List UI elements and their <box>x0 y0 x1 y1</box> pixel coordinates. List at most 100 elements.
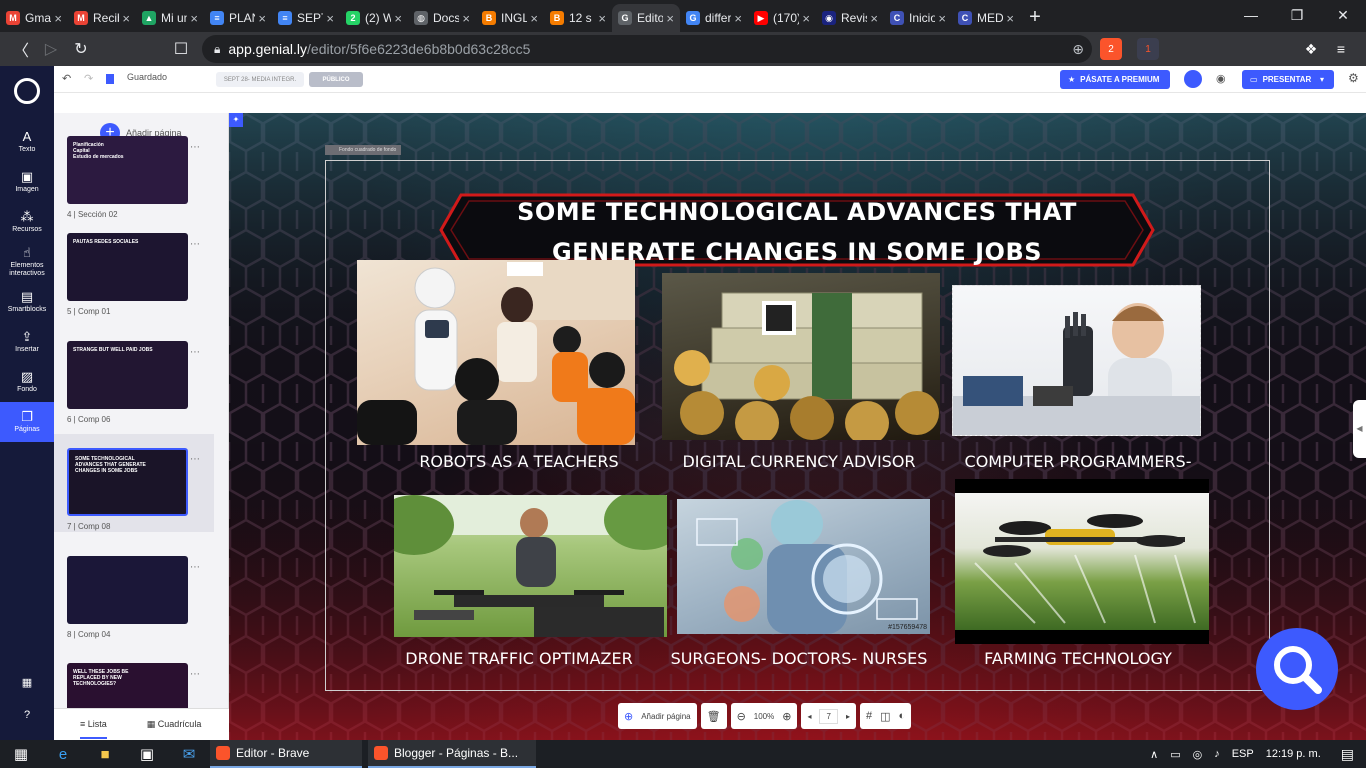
battery-icon[interactable]: ▭ <box>1170 748 1180 761</box>
canvas-pin-icon[interactable]: ✦ <box>229 113 243 127</box>
help-icon[interactable]: ? <box>0 709 54 721</box>
close-window-button[interactable]: ✕ <box>1320 0 1366 32</box>
search-fab[interactable] <box>1256 628 1338 710</box>
zoom-in-icon[interactable]: ⊕ <box>782 710 791 723</box>
browser-tab[interactable]: G Editor× <box>612 4 680 32</box>
grid-lines-icon[interactable]: # <box>866 710 872 722</box>
nav-item-texto[interactable]: A Texto <box>0 122 54 162</box>
minimize-button[interactable]: — <box>1228 0 1274 32</box>
language-indicator[interactable]: ESP <box>1232 748 1254 760</box>
volume-icon[interactable]: ♪ <box>1214 748 1220 760</box>
robot-teacher-photo[interactable] <box>357 260 635 445</box>
genially-logo-icon[interactable] <box>14 78 40 104</box>
preview-eye-icon[interactable]: ◉ <box>1216 72 1226 85</box>
tab-close-icon[interactable]: × <box>802 11 810 26</box>
page-thumbnail[interactable]: SOME TECHNOLOGICAL ADVANCES THAT GENERAT… <box>54 434 214 532</box>
split-view-icon[interactable]: ◫ <box>880 710 890 723</box>
tab-close-icon[interactable]: × <box>1006 11 1014 26</box>
nav-item-fondo[interactable]: ▨ Fondo <box>0 362 54 402</box>
browser-tab[interactable]: ▲ Mi unidad× <box>136 4 204 32</box>
tray-chevron-icon[interactable]: ∧ <box>1150 748 1158 761</box>
list-view-tab[interactable]: ≡ Lista <box>80 711 107 739</box>
brave-shields-icon[interactable]: 2 <box>1100 38 1122 60</box>
next-page-icon[interactable]: ▸ <box>846 712 850 721</box>
browser-tab[interactable]: M Gmail× <box>0 4 68 32</box>
back-icon[interactable]: 〈 <box>6 37 36 61</box>
card-caption[interactable]: ROBOTS AS A TEACHERS <box>399 452 639 471</box>
browser-tab[interactable]: ◍ Docs × <box>408 4 476 32</box>
page-options-icon[interactable]: ⋯ <box>190 454 200 465</box>
page-options-icon[interactable]: ⋯ <box>190 669 200 680</box>
nav-item-páginas[interactable]: ❐ Páginas <box>0 402 54 442</box>
page-options-icon[interactable]: ⋯ <box>190 562 200 573</box>
browser-tab[interactable]: C Inicio × <box>884 4 952 32</box>
browser-tab[interactable]: C MEDIA× <box>952 4 1020 32</box>
network-icon[interactable]: ◎ <box>1193 748 1203 761</box>
page-options-icon[interactable]: ⋯ <box>190 347 200 358</box>
tab-close-icon[interactable]: × <box>462 11 470 26</box>
extensions-icon[interactable]: ❖ <box>1300 38 1322 60</box>
card-caption[interactable]: COMPUTER PROGRAMMERS- <box>953 452 1203 471</box>
page-thumbnail[interactable]: STRANGE BUT WELL PAID JOBS 6 | Comp 06 ⋯ <box>54 327 214 425</box>
delete-page-button[interactable]: 🗑︎ <box>700 703 727 729</box>
add-page-toolbar-button[interactable]: ⊕ Añadir página <box>618 703 697 729</box>
browser-tab[interactable]: ≡ SEPT× <box>272 4 340 32</box>
maximize-button[interactable]: ❐ <box>1274 0 1320 32</box>
keyboard-icon[interactable]: ▦ <box>0 676 54 689</box>
card-caption[interactable]: DRONE TRAFFIC OPTIMAZER <box>394 649 644 668</box>
forward-icon[interactable]: ▷ <box>36 39 66 59</box>
browser-tab[interactable]: B INGLÉS× <box>476 4 544 32</box>
browser-tab[interactable]: B 12 s × <box>544 4 612 32</box>
palette-icon[interactable]: ◐ <box>898 710 905 722</box>
mail-icon[interactable]: ✉ <box>168 745 210 763</box>
page-options-icon[interactable]: ⋯ <box>190 142 200 153</box>
canvas-side-handle[interactable]: ◀ <box>1353 400 1366 458</box>
nav-item-elementos[interactable]: ☝ Elementos interactivos <box>0 242 54 282</box>
store-icon[interactable]: ▣ <box>126 745 168 763</box>
frame-tag[interactable]: Fondo cuadrado de fondo <box>325 145 401 155</box>
boy-robotic-hand-photo[interactable] <box>952 285 1201 436</box>
farming-drone-photo[interactable] <box>955 479 1209 644</box>
url-input[interactable]: 🔒︎ app.genial.ly/editor/5f6e6223de6b8b0d… <box>202 35 1092 63</box>
project-name[interactable]: SEPT 28- MEDIA INTEGR. <box>216 72 304 87</box>
edge-icon[interactable]: e <box>42 746 84 763</box>
nav-item-smartblocks[interactable]: ▤ Smartblocks <box>0 282 54 322</box>
tab-close-icon[interactable]: × <box>394 11 402 26</box>
zoom-icon[interactable]: ⊕ <box>1072 41 1084 58</box>
tab-close-icon[interactable]: × <box>326 11 334 26</box>
card-caption[interactable]: SURGEONS- DOCTORS- NURSES <box>669 649 929 668</box>
page-number[interactable]: 7 <box>819 708 838 724</box>
settings-gear-icon[interactable]: ⚙ <box>1348 71 1359 85</box>
drone-photo[interactable] <box>394 495 667 637</box>
avatar[interactable] <box>1184 70 1202 88</box>
menu-icon[interactable]: ≡ <box>1330 38 1352 60</box>
editor-canvas[interactable]: ✦ Fondo cuadrado de fondo SOME TECHNOLOG… <box>229 113 1366 740</box>
card-caption[interactable]: DIGITAL CURRENCY ADVISOR <box>669 452 929 471</box>
present-button[interactable]: ▭ PRESENTAR <box>1242 70 1324 89</box>
tab-close-icon[interactable]: × <box>734 11 742 26</box>
clock[interactable]: 12:19 p. m. <box>1266 748 1321 760</box>
present-dropdown-chevron-icon[interactable]: ▾ <box>1316 70 1334 89</box>
browser-tab[interactable]: ▶ (170) × <box>748 4 816 32</box>
tab-close-icon[interactable]: × <box>938 11 946 26</box>
redo-icon[interactable]: ↷ <box>84 72 93 85</box>
reload-icon[interactable]: ↻ <box>66 39 96 59</box>
nav-item-recursos[interactable]: ⁂ Recursos <box>0 202 54 242</box>
bookmark-icon[interactable]: ☐ <box>166 39 196 59</box>
tab-close-icon[interactable]: × <box>122 11 130 26</box>
nav-item-imagen[interactable]: ▣ Imagen <box>0 162 54 202</box>
notifications-icon[interactable]: ▤ <box>1341 746 1354 763</box>
tab-close-icon[interactable]: × <box>258 11 266 26</box>
premium-button[interactable]: ★ PÁSATE A PREMIUM <box>1060 70 1170 89</box>
page-thumbnail[interactable]: PAUTAS REDES SOCIALES 5 | Comp 01 ⋯ <box>54 219 214 317</box>
taskbar-app-blogger[interactable]: Blogger - Páginas - B... <box>368 740 536 768</box>
page-thumbnail[interactable]: 8 | Comp 04 ⋯ <box>54 542 214 640</box>
tab-close-icon[interactable]: × <box>54 11 62 26</box>
doctor-hologram-photo[interactable]: #157659478 <box>677 499 930 634</box>
undo-icon[interactable]: ↶ <box>62 72 71 85</box>
tab-close-icon[interactable]: × <box>598 11 606 26</box>
browser-tab[interactable]: ◉ Revisar× <box>816 4 884 32</box>
file-explorer-icon[interactable]: ■ <box>84 746 126 763</box>
tab-close-icon[interactable]: × <box>666 11 674 26</box>
zoom-out-icon[interactable]: ⊖ <box>737 710 746 723</box>
